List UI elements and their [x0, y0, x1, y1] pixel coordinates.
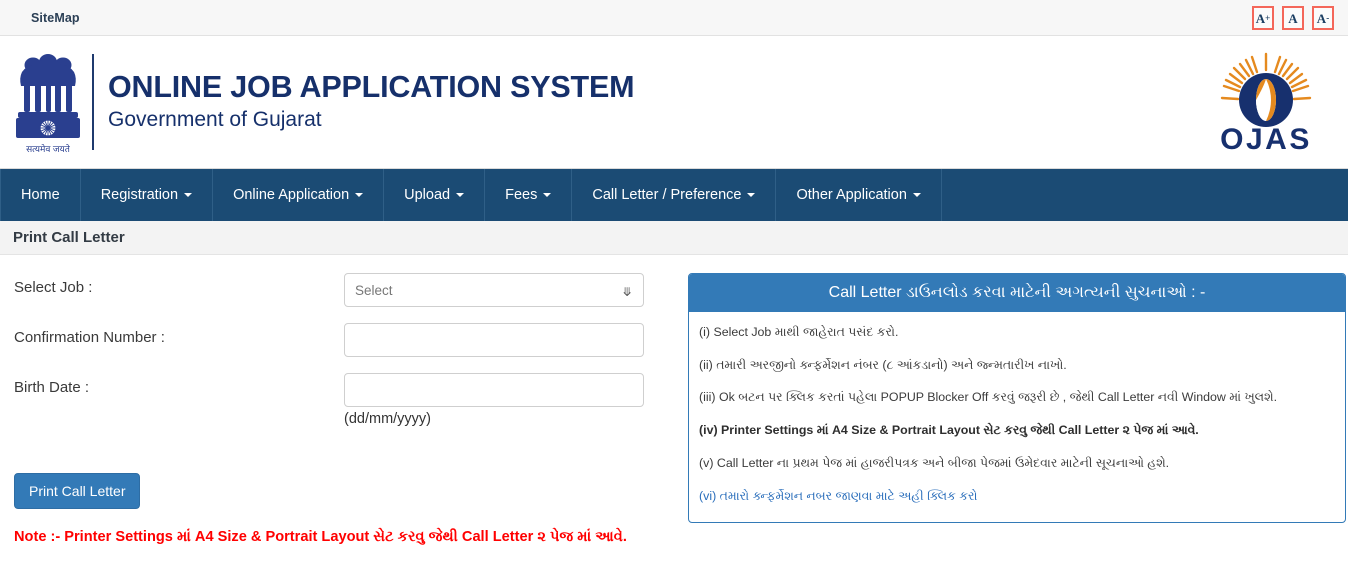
chevron-down-icon — [543, 193, 552, 197]
birth-date-format-hint: (dd/mm/yyyy) — [344, 411, 431, 427]
font-decrease-letter: A — [1316, 10, 1327, 26]
birth-date-control: (dd/mm/yyyy) — [344, 373, 644, 427]
confirmation-number-input[interactable] — [344, 323, 644, 357]
ojas-wordmark: OJAS — [1220, 123, 1312, 156]
page-subtitle: Government of Gujarat — [108, 107, 322, 131]
nav-item-fees-label: Fees — [505, 187, 538, 203]
field-row-select-job: Select Job : Select ⤋ — [14, 273, 686, 307]
sitemap-link[interactable]: SiteMap — [31, 11, 80, 25]
instructions-panel: Call Letter ડાઉનલોડ કરવા માટેની અગત્યની … — [688, 273, 1346, 524]
nav-item-other-application-label: Other Application — [796, 187, 907, 203]
nav-item-call-letter-preference[interactable]: Call Letter / Preference — [572, 169, 777, 221]
state-emblem: सत्यमेव जयते — [6, 48, 90, 156]
chevron-down-icon — [747, 193, 756, 197]
instructions-panel-body: (i) Select Job માથી જાહેરાત પસંદ કરો. (i… — [689, 312, 1345, 522]
print-call-letter-button[interactable]: Print Call Letter — [14, 473, 141, 509]
font-normal-letter: A — [1288, 10, 1298, 26]
nav-item-fees[interactable]: Fees — [485, 169, 573, 221]
nav-item-upload[interactable]: Upload — [384, 169, 486, 221]
birth-date-input[interactable] — [344, 373, 644, 407]
select-job-dropdown[interactable]: Select — [344, 273, 644, 307]
birth-date-label: Birth Date : — [14, 379, 90, 396]
font-increase-letter: A — [1255, 10, 1266, 26]
select-job-label: Select Job : — [14, 279, 93, 296]
field-row-confirmation-number: Confirmation Number : — [14, 323, 686, 357]
emblem-motto: सत्यमेव जयते — [26, 143, 71, 154]
printer-settings-note: Note :- Printer Settings માં A4 Size & P… — [14, 529, 627, 545]
masthead: सत्यमेव जयते ONLINE JOB APPLICATION SYST… — [0, 36, 1348, 169]
instructions-panel-header: Call Letter ડાઉનલોડ કરવા માટેની અગત્યની … — [689, 274, 1345, 312]
nav-item-upload-label: Upload — [404, 187, 451, 203]
top-utility-bar: SiteMap A + A A- — [0, 0, 1348, 36]
chevron-down-icon — [355, 193, 364, 197]
call-letter-form: Select Job : Select ⤋ Confirmation Numbe… — [0, 273, 686, 548]
masthead-divider — [92, 54, 94, 150]
confirmation-number-control — [344, 323, 644, 357]
instructions-list: (i) Select Job માથી જાહેરાત પસંદ કરો. (i… — [699, 324, 1335, 504]
font-decrease-button[interactable]: A- — [1312, 6, 1334, 30]
nav-item-home[interactable]: Home — [0, 169, 81, 221]
masthead-title-block: ONLINE JOB APPLICATION SYSTEM Government… — [108, 69, 635, 133]
instruction-item-2: (ii) તમારી અરજીનો ક્ન્ફર્મેશન નંબર (૮ આં… — [699, 357, 1067, 372]
nav-item-home-label: Home — [21, 187, 60, 203]
ojas-logo: OJAS — [1200, 50, 1332, 158]
select-job-control: Select ⤋ — [344, 273, 644, 307]
font-increase-button[interactable]: A + — [1252, 6, 1274, 30]
nav-item-online-application-label: Online Application — [233, 187, 350, 203]
nav-item-registration-label: Registration — [100, 187, 179, 203]
font-normal-button[interactable]: A — [1282, 6, 1304, 30]
main-content: Select Job : Select ⤋ Confirmation Numbe… — [0, 255, 1348, 548]
field-row-birth-date: Birth Date : (dd/mm/yyyy) — [14, 373, 686, 427]
chevron-down-icon — [184, 193, 193, 197]
main-navigation: Home Registration Online Application Upl… — [0, 169, 1348, 221]
ojas-sunburst-logo-icon: OJAS — [1220, 52, 1312, 156]
nav-item-online-application[interactable]: Online Application — [213, 169, 385, 221]
instruction-item-4: (iv) Printer Settings માં A4 Size & Port… — [699, 423, 1199, 438]
page-heading: Print Call Letter — [13, 229, 125, 246]
instruction-item-3: (iii) Ok બટન પર ક્લિક કરતાં પહેલા POPUP … — [699, 390, 1278, 405]
font-size-controls: A + A A- — [1252, 6, 1334, 30]
page-title-bar: Print Call Letter — [0, 221, 1348, 255]
nav-item-call-letter-preference-label: Call Letter / Preference — [592, 187, 742, 203]
chevron-down-icon — [456, 193, 465, 197]
instruction-item-6-confirmation-number-link[interactable]: (vi) તમારો ક્ન્ફર્મેશન નબર જાણવા માટે અહ… — [699, 488, 1335, 505]
chevron-down-icon — [912, 193, 921, 197]
page-title: ONLINE JOB APPLICATION SYSTEM — [108, 69, 635, 104]
page-root: SiteMap A + A A- सत्यमेव जयते ONLINE JOB… — [0, 0, 1348, 578]
confirmation-number-label: Confirmation Number : — [14, 329, 165, 346]
instruction-item-5: (v) Call Letter ના પ્રથમ પેજ માં હાજરીપત… — [699, 455, 1170, 470]
nav-item-other-application[interactable]: Other Application — [776, 169, 942, 221]
nav-item-registration[interactable]: Registration — [81, 169, 214, 221]
india-state-emblem-icon: सत्यमेव जयते — [16, 54, 80, 154]
instruction-item-1: (i) Select Job માથી જાહેરાત પસંદ કરો. — [699, 325, 899, 339]
